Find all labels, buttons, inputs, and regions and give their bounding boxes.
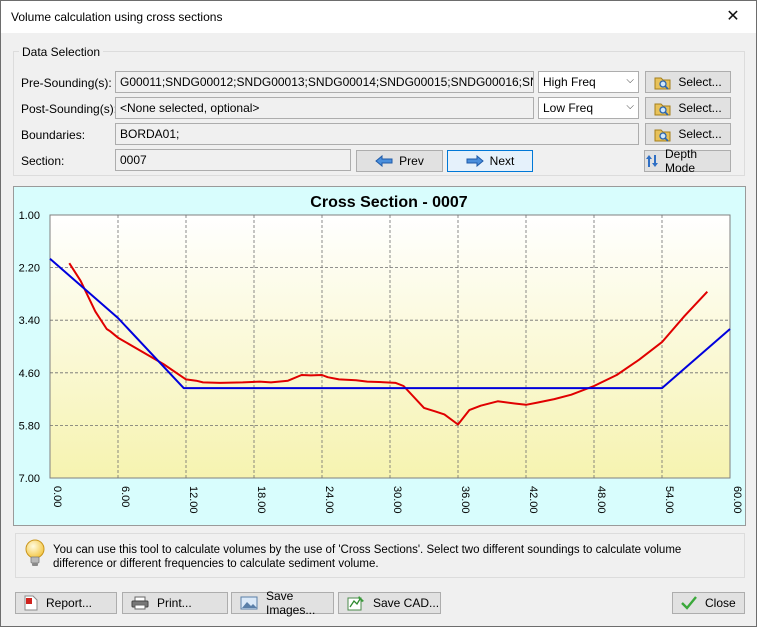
post-sounding-label: Post-Sounding(s): [21,102,118,116]
pre-select-label: Select... [678,75,722,89]
chevron-down-icon: ⌵ [626,75,634,86]
pre-frequency-select[interactable]: High Freq ⌵ [538,71,639,93]
window-close-icon[interactable]: ✕ [710,1,756,31]
folder-search-icon [654,101,672,116]
folder-search-icon [654,127,672,142]
report-button[interactable]: Report... [15,592,117,614]
lightbulb-icon [23,538,47,573]
y-tick-label: 4.60 [19,368,40,380]
post-select-button[interactable]: Select... [645,97,731,119]
cad-drawing-icon [347,595,365,611]
swap-vertical-icon [645,154,659,168]
next-button[interactable]: Next [447,150,533,172]
boundaries-field[interactable]: BORDA01; [115,123,639,145]
x-tick-label: 36.00 [459,486,471,514]
boundaries-select-button[interactable]: Select... [645,123,731,145]
post-frequency-value: Low Freq [543,101,594,115]
x-tick-label: 18.00 [255,486,267,514]
y-tick-label: 7.00 [19,473,40,485]
x-tick-label: 24.00 [323,486,335,514]
hint-text: You can use this tool to calculate volum… [53,544,682,570]
x-tick-label: 0.00 [51,486,63,507]
x-tick-label: 42.00 [527,486,539,514]
post-sounding-field[interactable]: <None selected, optional> [115,97,534,119]
x-tick-label: 6.00 [119,486,131,507]
pre-select-button[interactable]: Select... [645,71,731,93]
arrow-left-icon [375,155,393,167]
chart-title: Cross Section - 0007 [310,194,468,211]
report-label: Report... [46,596,93,610]
y-tick-label: 1.00 [19,210,40,222]
chart-panel: Cross Section - 0007 0.00 6.00 12.00 18.00 2… [13,186,746,526]
close-button[interactable]: Close [672,592,745,614]
printer-icon [131,596,149,610]
prev-button[interactable]: Prev [356,150,443,172]
next-label: Next [489,154,515,168]
save-cad-label: Save CAD... [373,596,440,610]
x-tick-label: 30.00 [391,486,403,514]
print-button[interactable]: Print... [122,592,228,614]
dialog-window: Volume calculation using cross sections … [0,0,757,627]
cross-section-chart: Cross Section - 0007 0.00 6.00 12.00 18.00 2… [19,194,743,514]
y-tick-label: 2.20 [19,263,40,275]
x-tick-label: 12.00 [187,486,199,514]
print-label: Print... [157,596,192,610]
section-field[interactable]: 0007 [115,149,351,171]
x-tick-label: 54.00 [663,486,675,514]
prev-label: Prev [399,154,424,168]
data-selection-legend: Data Selection [19,45,104,59]
close-label: Close [705,596,736,610]
pre-sounding-label: Pre-Sounding(s): [21,76,112,90]
y-tick-label: 3.40 [19,315,40,327]
section-label: Section: [21,154,65,168]
arrow-right-icon [466,155,484,167]
title-bar: Volume calculation using cross sections … [1,1,756,33]
image-icon [240,596,258,610]
x-tick-label: 48.00 [595,486,607,514]
save-images-button[interactable]: Save Images... [231,589,334,617]
pdf-report-icon [24,595,38,611]
window-title: Volume calculation using cross sections [11,10,223,24]
save-images-label: Save Images... [266,589,316,617]
depth-mode-button[interactable]: Depth Mode [644,147,731,175]
folder-search-icon [654,75,672,90]
boundaries-label: Boundaries: [21,128,86,142]
boundaries-select-label: Select... [678,127,722,141]
pre-frequency-value: High Freq [543,75,596,89]
y-tick-label: 5.80 [19,420,40,432]
post-select-label: Select... [678,101,722,115]
depth-mode-label: Depth Mode [665,147,698,175]
post-frequency-select[interactable]: Low Freq ⌵ [538,97,639,119]
save-cad-button[interactable]: Save CAD... [338,592,441,614]
pre-sounding-field[interactable]: G00011;SNDG00012;SNDG00013;SNDG00014;SND… [115,71,534,93]
chevron-down-icon: ⌵ [626,101,634,112]
checkmark-icon [681,596,697,610]
x-tick-label: 60.00 [731,486,743,514]
